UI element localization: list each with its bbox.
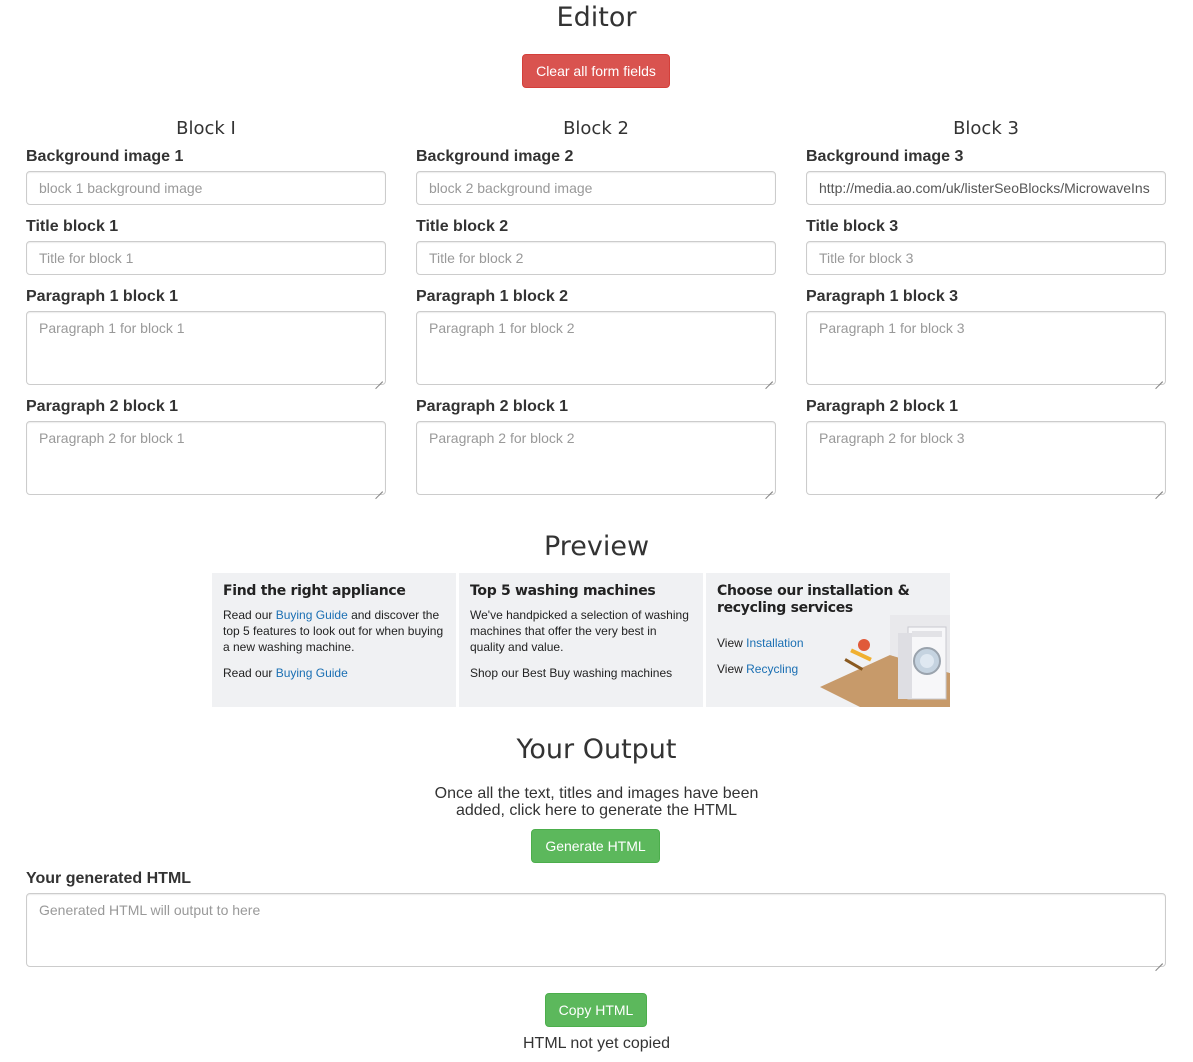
paragraph-1-block-2-placeholder: Paragraph 1 for block 2: [429, 320, 575, 336]
resize-grip-icon[interactable]: [1155, 484, 1163, 492]
output-description-line-2: added, click here to generate the HTML: [455, 802, 738, 819]
title-block-3-input[interactable]: Title for block 3: [806, 241, 1166, 275]
paragraph-1-block-3-placeholder: Paragraph 1 for block 3: [819, 320, 965, 336]
copy-html-button[interactable]: Copy HTML: [545, 993, 647, 1027]
title-block-1-input[interactable]: Title for block 1: [26, 241, 386, 275]
generated-html-textarea[interactable]: Generated HTML will output to here: [26, 893, 1166, 967]
text-fragment: Read our: [223, 666, 276, 680]
paragraph-1-block-1-textarea[interactable]: Paragraph 1 for block 1: [26, 311, 386, 385]
bg-image-3-label: Background image 3: [806, 148, 964, 165]
paragraph-2-block-3-textarea[interactable]: Paragraph 2 for block 3: [806, 421, 1166, 495]
copy-status-text: HTML not yet copied: [522, 1035, 671, 1052]
installation-line: View Installation: [717, 635, 939, 651]
block-3-column: Block 3 Background image 3 http://media.…: [806, 116, 1166, 495]
paragraph-1-block-3-textarea[interactable]: Paragraph 1 for block 3: [806, 311, 1166, 385]
preview-card-2: Top 5 washing machines We've handpicked …: [459, 573, 703, 707]
paragraph-2-block-1-label: Paragraph 2 block 1: [26, 398, 179, 415]
preview-card-3: Choose our installation & recycling serv…: [706, 573, 950, 707]
preview-card-1-line: Read our Buying Guide: [223, 665, 445, 681]
block-2-column: Block 2 Background image 2 block 2 backg…: [416, 116, 776, 495]
output-title: Your Output: [516, 734, 677, 765]
block-1-column: Block I Background image 1 block 1 backg…: [26, 116, 386, 495]
installation-link[interactable]: Installation: [746, 636, 803, 650]
buying-guide-link[interactable]: Buying Guide: [276, 608, 348, 622]
paragraph-2-block-3-label: Paragraph 2 block 1: [806, 398, 959, 415]
text-fragment: View: [717, 636, 747, 650]
text-fragment: Read our: [223, 608, 276, 622]
block-1-heading: Block I: [176, 118, 236, 139]
preview-card-1: Find the right appliance Read our Buying…: [212, 573, 456, 707]
bg-image-2-label: Background image 2: [416, 148, 574, 165]
recycling-line: View Recycling: [717, 661, 939, 677]
resize-grip-icon[interactable]: [375, 484, 383, 492]
recycling-link[interactable]: Recycling: [746, 662, 798, 676]
preview-panel: Find the right appliance Read our Buying…: [212, 573, 950, 707]
paragraph-2-block-1-textarea[interactable]: Paragraph 2 for block 1: [26, 421, 386, 495]
preview-card-2-text: We've handpicked a selection of washing …: [470, 608, 689, 654]
output-description: Once all the text, titles and images hav…: [0, 785, 1193, 819]
block-2-heading: Block 2: [563, 118, 629, 139]
clear-all-fields-button[interactable]: Clear all form fields: [522, 54, 670, 88]
resize-grip-icon[interactable]: [375, 374, 383, 382]
best-buy-link[interactable]: Shop our Best Buy washing machines: [470, 665, 692, 681]
preview-card-3-title: Choose our installation & recycling serv…: [717, 583, 910, 616]
resize-grip-icon[interactable]: [1155, 956, 1163, 964]
resize-grip-icon[interactable]: [765, 374, 773, 382]
bg-image-1-label: Background image 1: [26, 148, 184, 165]
paragraph-2-block-3-placeholder: Paragraph 2 for block 3: [819, 430, 965, 446]
paragraph-1-block-1-placeholder: Paragraph 1 for block 1: [39, 320, 185, 336]
preview-card-1-text: Read our Buying Guide and discover the t…: [223, 607, 445, 655]
bg-image-2-input[interactable]: block 2 background image: [416, 171, 776, 205]
buying-guide-link-2[interactable]: Buying Guide: [276, 666, 348, 680]
resize-grip-icon[interactable]: [765, 484, 773, 492]
editor-title: Editor: [556, 2, 637, 33]
paragraph-2-block-2-label: Paragraph 2 block 1: [416, 398, 569, 415]
output-description-line-1: Once all the text, titles and images hav…: [434, 785, 759, 802]
bg-image-1-input[interactable]: block 1 background image: [26, 171, 386, 205]
bg-image-3-input[interactable]: http://media.ao.com/uk/listerSeoBlocks/M…: [806, 171, 1166, 205]
title-block-2-label: Title block 2: [416, 218, 509, 235]
title-block-3-label: Title block 3: [806, 218, 899, 235]
paragraph-1-block-2-textarea[interactable]: Paragraph 1 for block 2: [416, 311, 776, 385]
paragraph-1-block-2-label: Paragraph 1 block 2: [416, 288, 569, 305]
paragraph-2-block-2-textarea[interactable]: Paragraph 2 for block 2: [416, 421, 776, 495]
preview-card-1-title: Find the right appliance: [223, 583, 406, 599]
paragraph-1-block-1-label: Paragraph 1 block 1: [26, 288, 179, 305]
block-3-heading: Block 3: [953, 118, 1019, 139]
paragraph-2-block-2-placeholder: Paragraph 2 for block 2: [429, 430, 575, 446]
text-fragment: View: [717, 662, 747, 676]
title-block-2-input[interactable]: Title for block 2: [416, 241, 776, 275]
resize-grip-icon[interactable]: [1155, 374, 1163, 382]
title-block-1-label: Title block 1: [26, 218, 119, 235]
generated-html-placeholder: Generated HTML will output to here: [39, 902, 261, 918]
generate-html-button[interactable]: Generate HTML: [531, 829, 660, 863]
paragraph-2-block-1-placeholder: Paragraph 2 for block 1: [39, 430, 185, 446]
generated-html-label: Your generated HTML: [26, 870, 192, 887]
preview-card-2-title: Top 5 washing machines: [470, 583, 656, 599]
paragraph-1-block-3-label: Paragraph 1 block 3: [806, 288, 959, 305]
preview-title: Preview: [543, 531, 650, 562]
